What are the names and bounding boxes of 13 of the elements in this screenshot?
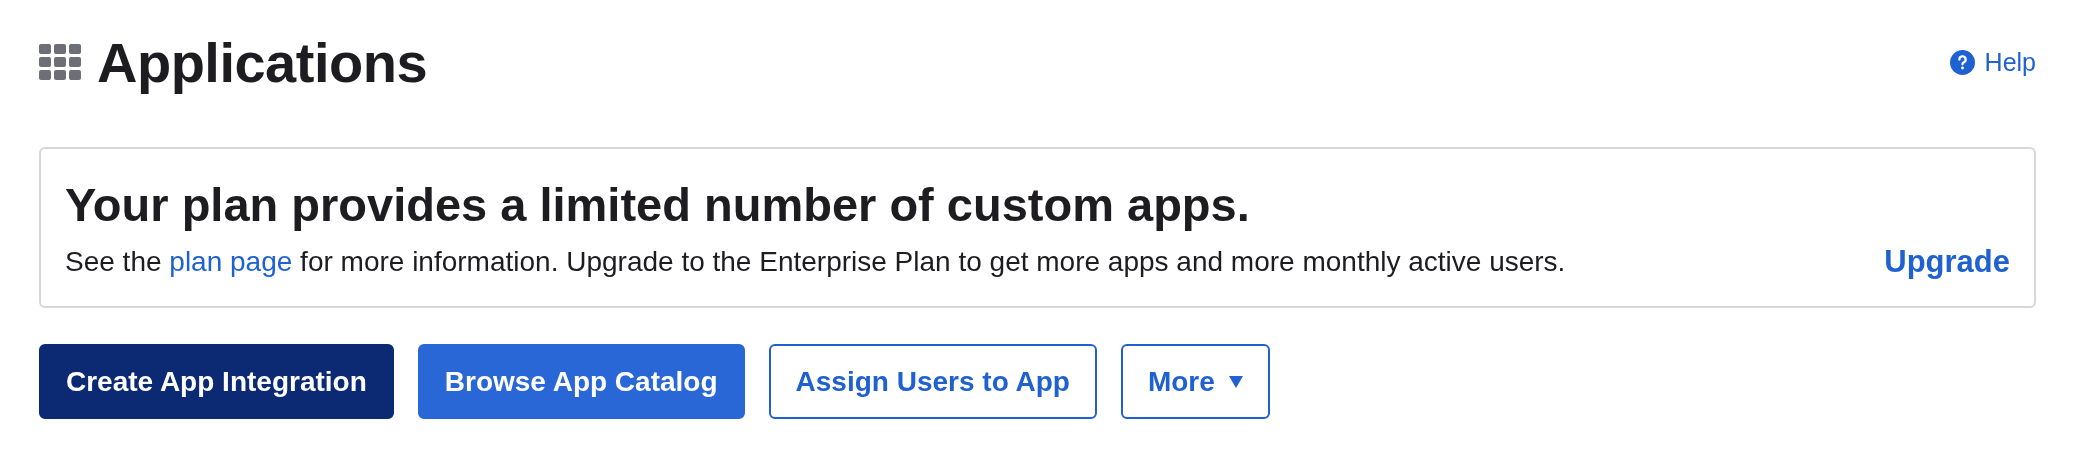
help-link[interactable]: Help bbox=[1949, 47, 2036, 77]
caret-icon bbox=[1228, 375, 1243, 388]
action-button[interactable]: Create App Integration bbox=[39, 344, 394, 419]
banner-text: See the plan page for more information. Upgrade to the Enterprise Plan to get more apps and more monthly active users. bbox=[65, 246, 1566, 278]
grid-icon bbox=[39, 44, 81, 80]
plan-page-link[interactable]: plan page bbox=[169, 246, 293, 277]
action-button[interactable]: Assign Users to App bbox=[768, 344, 1097, 419]
page-title: Applications bbox=[97, 29, 428, 95]
help-icon bbox=[1949, 49, 1975, 75]
banner-heading: Your plan provides a limited number of custom apps. bbox=[65, 177, 1251, 232]
upgrade-link[interactable]: Upgrade bbox=[1884, 244, 2010, 280]
more-dropdown-button[interactable]: More bbox=[1120, 344, 1270, 419]
action-button[interactable]: Browse App Catalog bbox=[417, 344, 745, 419]
